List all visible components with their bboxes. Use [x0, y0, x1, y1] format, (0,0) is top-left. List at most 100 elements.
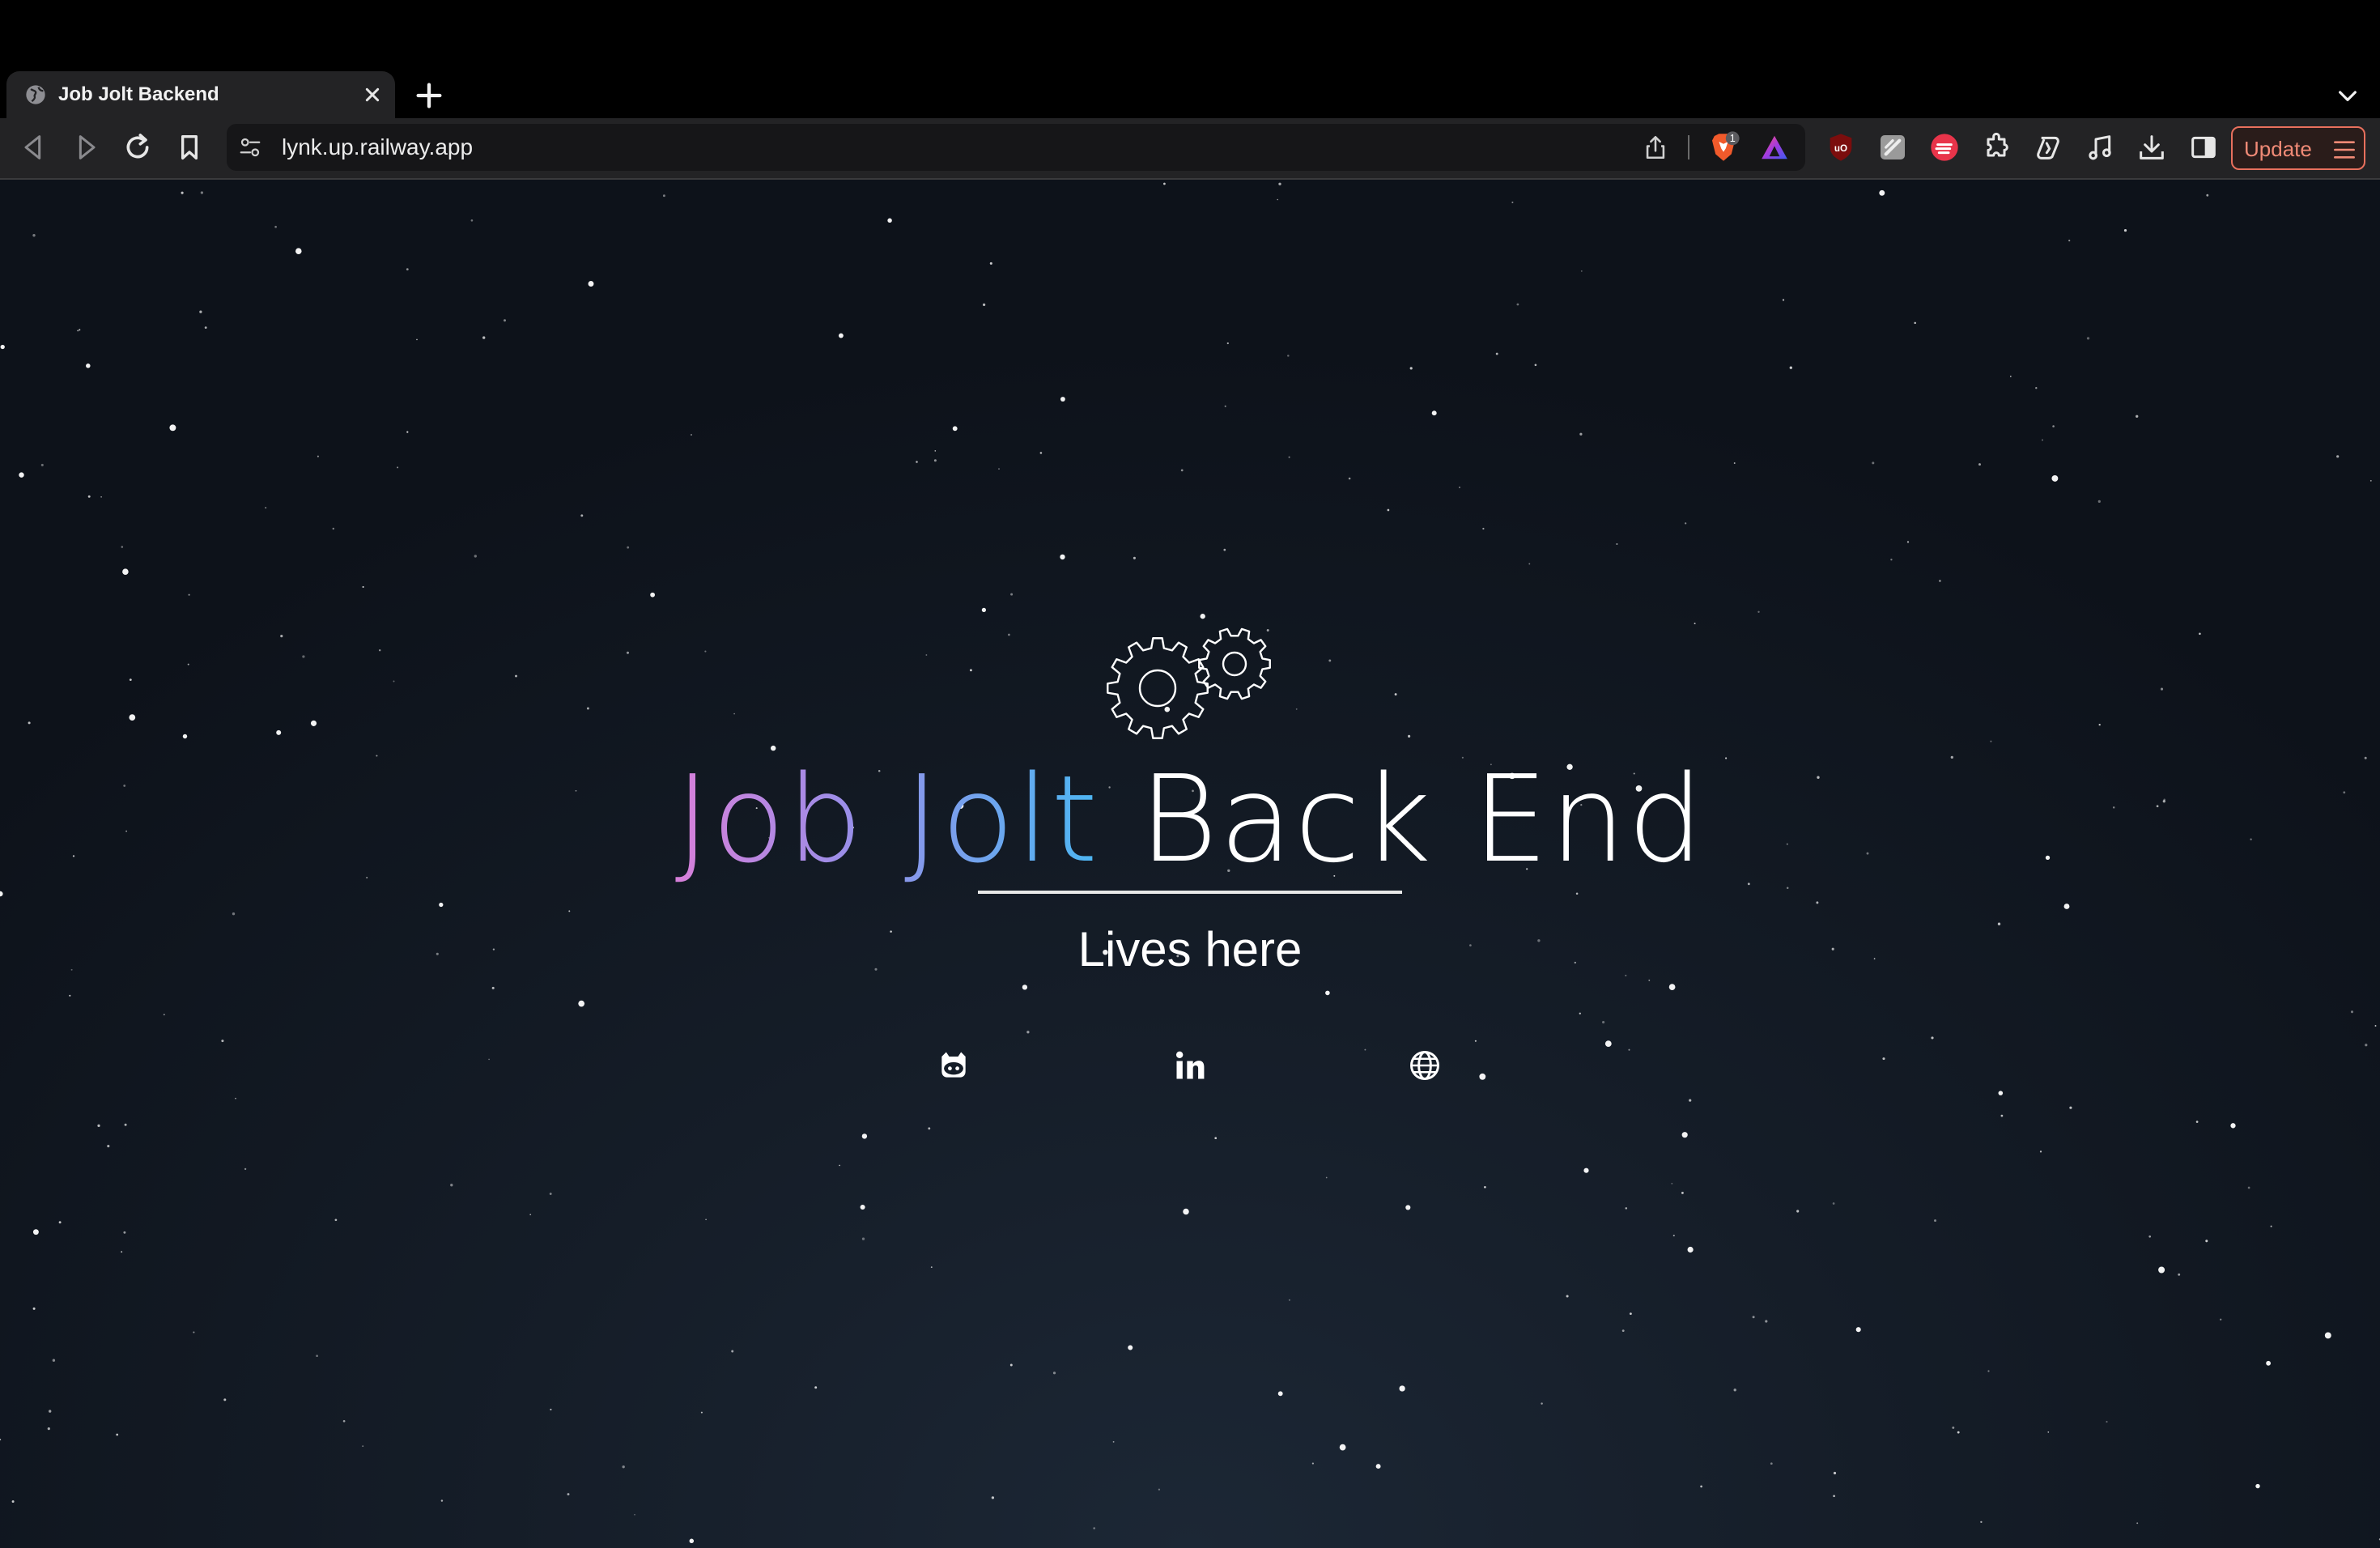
tab-list-chevron-down-icon[interactable] — [2335, 83, 2361, 108]
star — [1687, 1246, 1694, 1253]
star — [2042, 439, 2043, 441]
tab-job-jolt-backend[interactable]: Job Jolt Backend — [6, 71, 395, 118]
star — [1364, 1048, 1366, 1051]
star — [1952, 1426, 1955, 1429]
star — [860, 1204, 865, 1210]
star — [1183, 1208, 1189, 1215]
sidebar-toggle-icon[interactable] — [2187, 131, 2220, 164]
puzzle-extensions-icon[interactable] — [1980, 131, 2012, 164]
star — [439, 902, 444, 908]
star — [1009, 1363, 1013, 1367]
star — [100, 495, 102, 498]
star — [223, 1398, 227, 1401]
url-text[interactable]: lynk.up.railway.app — [282, 134, 473, 160]
star — [1277, 1391, 1283, 1397]
star — [2052, 425, 2055, 427]
star — [1325, 1176, 1328, 1179]
star — [129, 678, 132, 681]
star — [1914, 321, 1916, 325]
star — [1516, 303, 1519, 306]
star — [887, 218, 892, 223]
star — [1224, 405, 1226, 407]
star — [1112, 1440, 1115, 1443]
star — [1580, 270, 1583, 272]
star — [0, 344, 5, 350]
star — [1832, 1202, 1835, 1205]
star — [2009, 376, 2012, 377]
star — [187, 663, 189, 666]
linkedin-icon[interactable] — [1172, 1048, 1208, 1083]
address-bar[interactable]: lynk.up.railway.app 1 — [227, 124, 1805, 171]
update-button[interactable]: Update — [2231, 126, 2365, 170]
ublock-origin-icon[interactable]: uO — [1825, 131, 1857, 164]
star — [1010, 593, 1014, 596]
star — [470, 219, 474, 222]
download-icon[interactable] — [2136, 131, 2168, 164]
notes-extension-icon[interactable] — [1876, 131, 1909, 164]
star — [181, 191, 184, 194]
star — [1671, 1183, 1673, 1184]
star — [1872, 461, 1875, 465]
star — [317, 455, 319, 457]
star — [2160, 687, 2164, 691]
star — [1934, 1219, 1936, 1223]
star — [2350, 1010, 2354, 1014]
shields-count-badge: 1 — [1730, 133, 1736, 144]
star — [316, 1354, 318, 1358]
star — [1399, 1385, 1405, 1392]
star — [2158, 1266, 2165, 1274]
star — [1339, 1444, 1346, 1451]
star — [2106, 1421, 2108, 1423]
star — [1133, 556, 1136, 559]
red-circle-extension-icon[interactable] — [1928, 131, 1961, 164]
reload-icon[interactable] — [121, 131, 154, 164]
star — [1616, 543, 1618, 545]
globe-icon[interactable] — [1407, 1048, 1443, 1083]
new-tab-plus-icon[interactable] — [413, 79, 445, 112]
star — [1394, 693, 1397, 696]
star — [0, 1439, 2, 1441]
star — [1990, 740, 1992, 742]
browser-toolbar: lynk.up.railway.app 1 uO Update — [0, 118, 2380, 180]
star — [11, 1500, 15, 1503]
star — [334, 1218, 338, 1222]
forward-arrow-icon[interactable] — [70, 131, 102, 164]
media-music-note-icon[interactable] — [2084, 131, 2116, 164]
star — [861, 1237, 865, 1240]
star — [700, 1411, 703, 1414]
brave-shields-icon[interactable]: 1 — [1706, 130, 1740, 164]
gears-icon — [1107, 627, 1271, 739]
star — [622, 1465, 625, 1469]
star — [1855, 1327, 1861, 1333]
star — [1668, 984, 1676, 990]
github-icon[interactable] — [936, 1048, 971, 1083]
star — [1311, 1462, 1314, 1465]
share-icon[interactable] — [1642, 134, 1669, 161]
star — [77, 330, 79, 332]
star — [1093, 1527, 1096, 1529]
star — [1733, 1389, 1736, 1392]
leo-ai-icon[interactable] — [2032, 131, 2064, 164]
close-tab-icon[interactable] — [359, 82, 385, 108]
star — [2195, 1121, 2199, 1123]
star — [1528, 563, 1531, 565]
star — [204, 326, 207, 330]
star — [393, 680, 395, 683]
back-arrow-icon[interactable] — [18, 131, 50, 164]
star — [1957, 1431, 1960, 1434]
star — [626, 651, 630, 654]
star — [1060, 554, 1065, 560]
star — [839, 1164, 840, 1167]
update-button-label: Update — [2244, 137, 2312, 161]
tab-title: Job Jolt Backend — [58, 83, 219, 105]
star — [1405, 1205, 1411, 1210]
star — [2098, 723, 2101, 726]
site-settings-icon[interactable] — [238, 135, 262, 159]
star — [2178, 1273, 2181, 1276]
star — [1163, 182, 1166, 185]
star — [1816, 901, 1819, 904]
star — [1060, 397, 1065, 402]
bookmark-icon[interactable] — [173, 131, 206, 164]
brave-rewards-triangle-icon[interactable] — [1758, 132, 1791, 163]
star — [1998, 1091, 2004, 1095]
